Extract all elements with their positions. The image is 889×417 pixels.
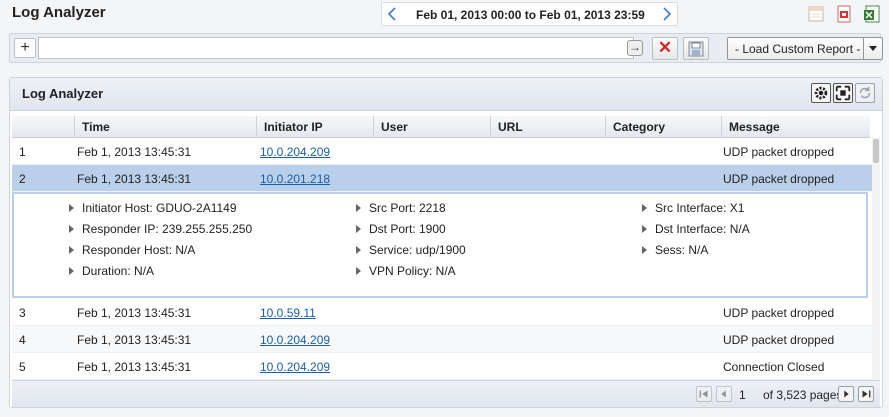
row-number: 1 bbox=[19, 145, 26, 159]
table-header: Time Initiator IP User URL Category Mess… bbox=[12, 116, 870, 138]
save-filter-button[interactable] bbox=[683, 37, 709, 60]
maximize-icon[interactable] bbox=[833, 83, 853, 103]
pdf-export-icon[interactable] bbox=[835, 5, 853, 23]
detail-column: Src Interface: X1 Dst Interface: N/A Ses… bbox=[640, 198, 750, 261]
row-time: Feb 1, 2013 13:45:31 bbox=[77, 360, 192, 374]
row-detail-panel: Initiator Host: GDUO-2A1149 Responder IP… bbox=[12, 192, 868, 298]
row-time: Feb 1, 2013 13:45:31 bbox=[77, 333, 192, 347]
row-time: Feb 1, 2013 13:45:31 bbox=[77, 145, 192, 159]
previous-page-icon[interactable] bbox=[716, 386, 732, 402]
row-number: 2 bbox=[19, 172, 26, 186]
app-title: Log Analyzer bbox=[12, 4, 106, 21]
clear-filter-button[interactable]: ✕ bbox=[652, 37, 678, 60]
detail-item[interactable]: Responder Host: N/A bbox=[67, 240, 252, 261]
detail-item[interactable]: VPN Policy: N/A bbox=[354, 261, 466, 282]
next-day-arrow-icon[interactable] bbox=[661, 7, 673, 21]
table-row[interactable]: 4 Feb 1, 2013 13:45:31 10.0.204.209 UDP … bbox=[12, 326, 872, 353]
report-select-label: - Load Custom Report - bbox=[735, 42, 861, 56]
detail-item[interactable]: Src Port: 2218 bbox=[354, 198, 466, 219]
add-filter-button[interactable]: + bbox=[14, 38, 36, 58]
save-icon bbox=[688, 41, 704, 57]
row-initiator-ip-link[interactable]: 10.0.204.209 bbox=[260, 333, 330, 347]
detail-item[interactable]: Initiator Host: GDUO-2A1149 bbox=[67, 198, 252, 219]
last-page-icon[interactable] bbox=[858, 386, 874, 402]
column-header-index bbox=[12, 116, 74, 138]
refresh-icon[interactable] bbox=[855, 83, 875, 103]
row-initiator-ip-link[interactable]: 10.0.204.209 bbox=[260, 360, 330, 374]
pagination-bar: 1 of 3,523 pages bbox=[12, 380, 880, 407]
gear-icon[interactable] bbox=[811, 83, 831, 103]
row-message: UDP packet dropped bbox=[723, 333, 835, 347]
detail-item[interactable]: Service: udp/1900 bbox=[354, 240, 466, 261]
current-page[interactable]: 1 bbox=[739, 388, 746, 402]
date-navigator: Feb 01, 2013 00:00 to Feb 01, 2013 23:59 bbox=[381, 2, 678, 26]
detail-column: Src Port: 2218 Dst Port: 1900 Service: u… bbox=[354, 198, 466, 282]
previous-day-arrow-icon[interactable] bbox=[386, 7, 398, 21]
row-number: 4 bbox=[19, 333, 26, 347]
apply-filter-button[interactable]: → bbox=[627, 40, 643, 56]
column-header-url[interactable]: URL bbox=[490, 116, 605, 138]
page-total-label: of 3,523 pages bbox=[763, 388, 843, 402]
table-row[interactable]: 3 Feb 1, 2013 13:45:31 10.0.59.11 UDP pa… bbox=[12, 299, 872, 326]
detail-item[interactable]: Responder IP: 239.255.255.250 bbox=[67, 219, 252, 240]
date-range-label[interactable]: Feb 01, 2013 00:00 to Feb 01, 2013 23:59 bbox=[416, 8, 645, 22]
detail-item[interactable]: Src Interface: X1 bbox=[640, 198, 750, 219]
scrollbar-thumb[interactable] bbox=[873, 139, 879, 163]
row-message: Connection Closed bbox=[723, 360, 825, 374]
row-number: 3 bbox=[19, 306, 26, 320]
log-analyzer-panel: Log Analyzer Time Initiator IP User URL … bbox=[9, 77, 883, 408]
table-scrollbar[interactable] bbox=[872, 137, 880, 380]
detail-item[interactable]: Sess: N/A bbox=[640, 240, 750, 261]
table-row[interactable]: 5 Feb 1, 2013 13:45:31 10.0.204.209 Conn… bbox=[12, 353, 872, 380]
table-row[interactable]: 1 Feb 1, 2013 13:45:31 10.0.204.209 UDP … bbox=[12, 138, 872, 165]
column-header-initiator-ip[interactable]: Initiator IP bbox=[256, 116, 373, 138]
column-header-message[interactable]: Message bbox=[721, 116, 870, 138]
row-number: 5 bbox=[19, 360, 26, 374]
top-bar: Log Analyzer Feb 01, 2013 00:00 to Feb 0… bbox=[0, 0, 889, 30]
excel-export-icon[interactable] bbox=[863, 5, 881, 23]
detail-item[interactable]: Dst Interface: N/A bbox=[640, 219, 750, 240]
row-initiator-ip-link[interactable]: 10.0.201.218 bbox=[260, 172, 330, 186]
row-time: Feb 1, 2013 13:45:31 bbox=[77, 306, 192, 320]
row-message: UDP packet dropped bbox=[723, 145, 835, 159]
filter-bar: + → ✕ - Load Custom Report - bbox=[9, 33, 883, 63]
calendar-icon[interactable] bbox=[807, 5, 825, 23]
load-custom-report-select[interactable]: - Load Custom Report - bbox=[727, 37, 883, 60]
row-time: Feb 1, 2013 13:45:31 bbox=[77, 172, 192, 186]
panel-title: Log Analyzer bbox=[22, 86, 104, 101]
chevron-down-icon[interactable] bbox=[863, 38, 882, 59]
table-row-selected[interactable]: 2 Feb 1, 2013 13:45:31 10.0.201.218 UDP … bbox=[12, 165, 872, 192]
column-header-time[interactable]: Time bbox=[74, 116, 256, 138]
filter-input[interactable] bbox=[38, 37, 634, 59]
row-message: UDP packet dropped bbox=[723, 172, 835, 186]
detail-column: Initiator Host: GDUO-2A1149 Responder IP… bbox=[67, 198, 252, 282]
column-header-category[interactable]: Category bbox=[605, 116, 721, 138]
row-message: UDP packet dropped bbox=[723, 306, 835, 320]
detail-item[interactable]: Dst Port: 1900 bbox=[354, 219, 466, 240]
row-initiator-ip-link[interactable]: 10.0.59.11 bbox=[260, 306, 316, 320]
detail-item[interactable]: Duration: N/A bbox=[67, 261, 252, 282]
column-header-user[interactable]: User bbox=[373, 116, 490, 138]
row-initiator-ip-link[interactable]: 10.0.204.209 bbox=[260, 145, 330, 159]
first-page-icon[interactable] bbox=[696, 386, 712, 402]
next-page-icon[interactable] bbox=[838, 386, 854, 402]
panel-header: Log Analyzer bbox=[10, 78, 882, 111]
